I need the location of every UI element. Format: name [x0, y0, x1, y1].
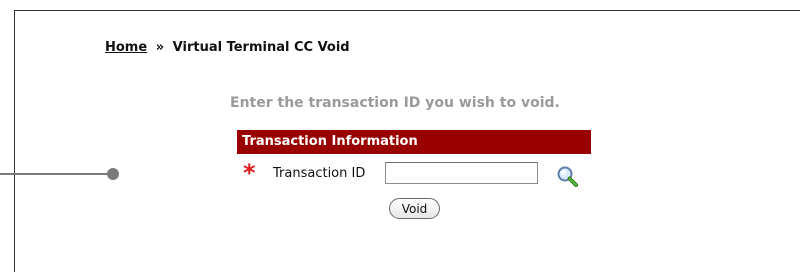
breadcrumb-current: Virtual Terminal CC Void [172, 40, 350, 55]
callout-line [0, 173, 112, 175]
breadcrumb-home-link[interactable]: Home [105, 40, 147, 55]
magnifier-search-icon[interactable] [556, 165, 580, 187]
page: Home » Virtual Terminal CC Void Enter th… [0, 0, 801, 272]
instruction-text: Enter the transaction ID you wish to voi… [230, 95, 560, 111]
transaction-id-row: * Transaction ID [243, 160, 365, 186]
section-header: Transaction Information [237, 130, 591, 154]
required-asterisk-icon: * [243, 159, 256, 187]
callout-dot [107, 168, 119, 180]
breadcrumb: Home » Virtual Terminal CC Void [105, 40, 350, 55]
void-button[interactable]: Void [389, 198, 440, 219]
breadcrumb-separator: » [155, 40, 165, 55]
transaction-id-label: Transaction ID [273, 165, 366, 181]
transaction-id-input[interactable] [385, 162, 538, 184]
